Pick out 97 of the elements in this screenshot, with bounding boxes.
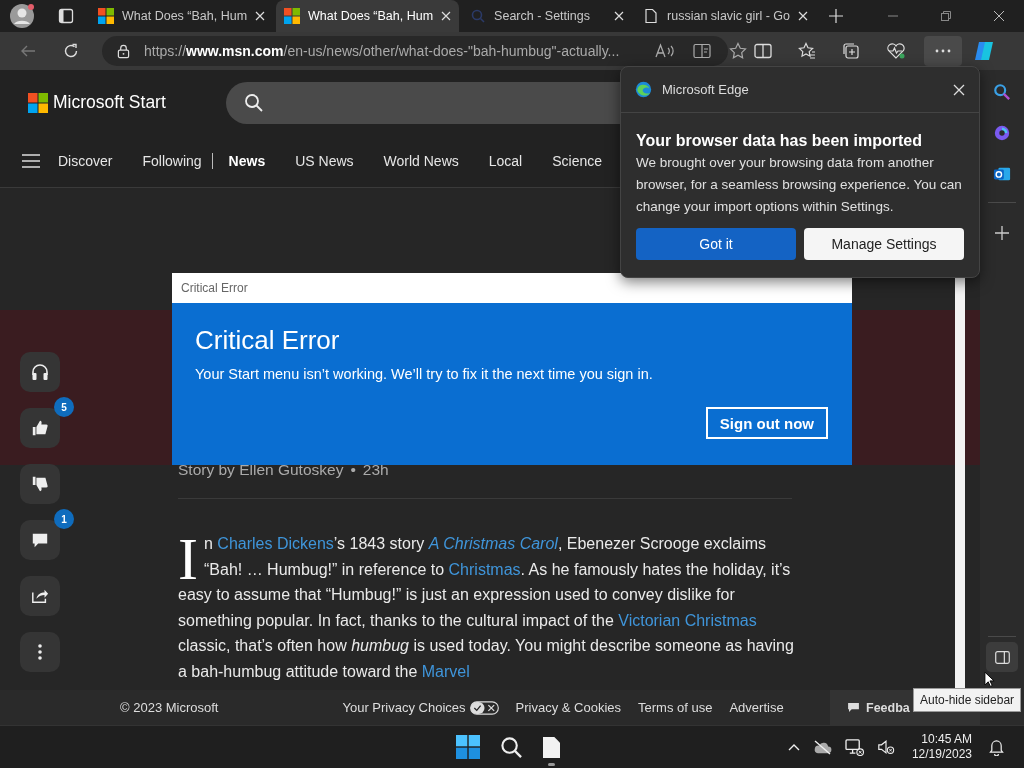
thumbs-up-icon bbox=[31, 419, 49, 437]
share-button[interactable] bbox=[20, 576, 60, 616]
volume-muted-icon[interactable] bbox=[876, 738, 895, 756]
sign-out-button[interactable]: Sign out now bbox=[705, 407, 828, 439]
post-age: 23h bbox=[362, 461, 389, 479]
close-icon[interactable] bbox=[798, 11, 809, 21]
byline: Story by Ellen Gutoskey bbox=[178, 461, 344, 479]
footer-link[interactable]: Privacy & Cookies bbox=[515, 700, 621, 715]
copilot-icon[interactable] bbox=[993, 124, 1011, 142]
close-icon[interactable] bbox=[441, 11, 452, 21]
close-icon[interactable] bbox=[994, 11, 1004, 21]
nav-link[interactable]: News bbox=[228, 153, 266, 169]
comment-icon bbox=[31, 531, 49, 549]
chevron-up-icon[interactable] bbox=[787, 743, 800, 751]
nav-link[interactable]: Discover bbox=[58, 153, 113, 169]
star-icon[interactable] bbox=[729, 42, 748, 60]
nav-link[interactable]: US News bbox=[295, 153, 354, 169]
browser-tab[interactable]: Search - Settings bbox=[462, 0, 633, 32]
nav-link[interactable]: Following bbox=[142, 153, 202, 169]
article-link[interactable]: Charles Dickens bbox=[217, 535, 334, 552]
headphones-icon bbox=[30, 362, 50, 382]
microsoft-logo-icon bbox=[284, 8, 301, 24]
search-icon bbox=[243, 92, 264, 113]
restore-icon[interactable] bbox=[941, 11, 951, 21]
close-icon[interactable] bbox=[953, 83, 965, 96]
dialog-heading: Critical Error bbox=[195, 325, 341, 356]
new-tab-icon[interactable] bbox=[829, 9, 844, 23]
comment-button[interactable] bbox=[20, 520, 60, 560]
refresh-icon[interactable] bbox=[63, 43, 79, 59]
dislike-button[interactable] bbox=[20, 464, 60, 504]
popup-heading: Your browser data has been imported bbox=[636, 132, 923, 150]
thumbs-down-icon bbox=[31, 475, 49, 493]
got-it-button[interactable]: Got it bbox=[636, 228, 796, 260]
notification-bell-icon[interactable] bbox=[989, 738, 1004, 756]
close-icon[interactable] bbox=[614, 11, 625, 21]
back-arrow-icon[interactable] bbox=[20, 43, 36, 59]
nav-link[interactable]: World News bbox=[383, 153, 459, 169]
article-link[interactable]: Marvel bbox=[421, 662, 470, 680]
manage-settings-button[interactable]: Manage Settings bbox=[804, 228, 964, 260]
mouse-cursor-icon bbox=[984, 671, 995, 688]
add-icon[interactable] bbox=[995, 226, 1009, 240]
file-app-icon[interactable] bbox=[543, 736, 560, 758]
listen-button[interactable] bbox=[20, 352, 60, 392]
nav-link[interactable]: Local bbox=[488, 153, 523, 169]
reader-view-icon[interactable] bbox=[693, 43, 712, 59]
dialog-title: Critical Error bbox=[181, 281, 248, 295]
profile-avatar-icon[interactable] bbox=[10, 4, 34, 28]
browser-tab[interactable]: What Does “Bah, Hum bbox=[276, 0, 460, 32]
microsoft-logo-icon bbox=[28, 92, 48, 113]
footer-link[interactable]: Terms of use bbox=[638, 700, 713, 715]
heart-pulse-icon[interactable] bbox=[886, 42, 906, 60]
menu-icon[interactable] bbox=[22, 154, 40, 168]
dialog-message: Your Start menu isn’t working. We’ll try to fix it the next time you sign in. bbox=[195, 366, 654, 382]
separator-dot: • bbox=[350, 461, 356, 479]
lock-icon bbox=[117, 43, 130, 59]
browser-tab[interactable]: What Does “Bah, Hum bbox=[90, 0, 274, 32]
popup-message: We brought over your browsing data from another browser, for a seamless browsing experience. You can change your import options within Settings. bbox=[636, 154, 963, 216]
site-logo-text[interactable]: Microsoft Start bbox=[53, 92, 166, 113]
read-aloud-icon[interactable] bbox=[655, 43, 676, 59]
tab-actions-icon[interactable] bbox=[58, 8, 74, 24]
nav-link[interactable]: Science bbox=[552, 153, 603, 169]
article-link[interactable]: A Christmas Carol bbox=[428, 535, 558, 552]
sidebar-icon bbox=[994, 650, 1010, 664]
count-badge: 1 bbox=[54, 509, 74, 529]
more-button[interactable] bbox=[20, 632, 60, 672]
running-indicator bbox=[548, 762, 555, 766]
privacy-toggle-icon bbox=[469, 700, 499, 715]
count-badge: 5 bbox=[54, 397, 74, 417]
favorites-icon[interactable] bbox=[798, 42, 816, 60]
article-link[interactable]: Victorian Christmas bbox=[618, 611, 757, 629]
close-icon[interactable] bbox=[255, 11, 266, 21]
sidebar-toggle-button[interactable] bbox=[986, 642, 1018, 672]
collections-icon[interactable] bbox=[842, 42, 860, 60]
windows-start-icon[interactable] bbox=[456, 735, 480, 759]
tooltip: Auto-hide sidebar bbox=[913, 688, 1022, 712]
edge-logo-icon bbox=[635, 81, 652, 98]
more-icon bbox=[38, 643, 42, 661]
feedback-icon bbox=[848, 703, 859, 712]
cloud-off-icon[interactable] bbox=[812, 739, 832, 755]
outlook-icon[interactable] bbox=[993, 165, 1011, 183]
copyright-text: © 2023 Microsoft bbox=[120, 700, 219, 715]
footer-link[interactable]: Your Privacy Choices bbox=[342, 700, 466, 715]
page-icon bbox=[643, 8, 660, 24]
footer-link[interactable]: Advertise bbox=[729, 700, 784, 715]
copilot-icon[interactable] bbox=[972, 40, 996, 62]
like-button[interactable] bbox=[20, 408, 60, 448]
popup-app-name: Microsoft Edge bbox=[662, 82, 749, 97]
network-icon[interactable] bbox=[844, 738, 864, 756]
taskbar-clock[interactable]: 10:45 AM 12/19/2023 bbox=[911, 732, 972, 762]
split-screen-icon[interactable] bbox=[754, 43, 772, 59]
scrollbar[interactable] bbox=[955, 275, 965, 690]
search-icon[interactable] bbox=[500, 735, 523, 759]
browser-tab[interactable]: russian slavic girl - Go bbox=[635, 0, 817, 32]
article-link[interactable]: Christmas bbox=[448, 560, 521, 578]
more-icon bbox=[935, 49, 951, 53]
search-icon bbox=[470, 8, 487, 24]
microsoft-logo-icon bbox=[98, 8, 114, 24]
